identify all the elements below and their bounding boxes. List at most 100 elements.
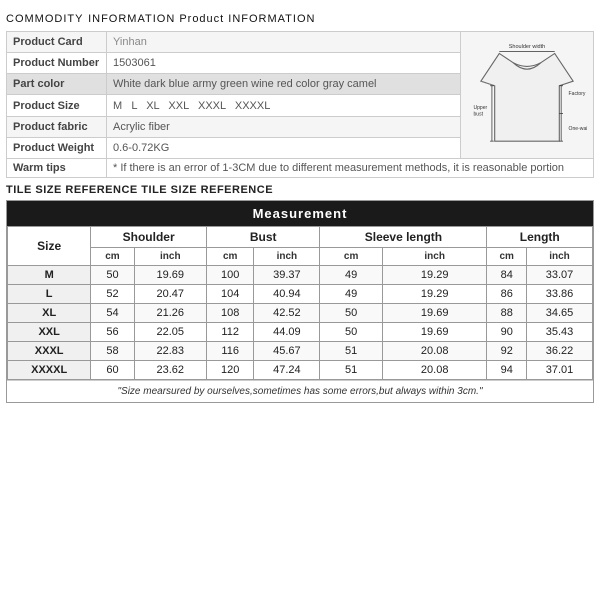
sub-col-row: cm inch cm inch cm inch cm inch [8, 248, 593, 266]
bust-in-header: inch [254, 248, 320, 266]
value-product-weight: 0.6-0.72KG [107, 137, 461, 158]
bust-in: 42.52 [254, 304, 320, 323]
svg-text:One-waist: One-waist [569, 126, 587, 132]
bust-in: 44.09 [254, 323, 320, 342]
sleeve-in: 19.29 [382, 266, 487, 285]
shoulder-cm: 52 [91, 285, 134, 304]
bust-cm: 120 [206, 361, 253, 380]
sleeve-in-header: inch [382, 248, 487, 266]
label-product-card: Product Card [7, 32, 107, 53]
bust-in: 47.24 [254, 361, 320, 380]
shoulder-cm: 60 [91, 361, 134, 380]
sleeve-in: 19.69 [382, 323, 487, 342]
svg-text:bust: bust [473, 111, 483, 117]
size-cell: XXL [8, 323, 91, 342]
table-row: Product Card Yinhan [7, 32, 594, 53]
shoulder-in-header: inch [134, 248, 206, 266]
measurement-table-wrap: Measurement Size Shoulder Bust Sleeve le… [6, 200, 594, 403]
table-row: Warm tips * If there is an error of 1-3C… [7, 159, 594, 178]
value-product-card: Yinhan [107, 32, 461, 53]
shoulder-cm-header: cm [91, 248, 134, 266]
diagram-cell: Shoulder width Factory bust One-waist [461, 32, 594, 159]
shoulder-in: 20.47 [134, 285, 206, 304]
label-product-number: Product Number [7, 53, 107, 74]
shoulder-in: 19.69 [134, 266, 206, 285]
size-cell: XL [8, 304, 91, 323]
label-product-size: Product Size [7, 95, 107, 116]
label-product-fabric: Product fabric [7, 116, 107, 137]
measurement-table: Size Shoulder Bust Sleeve length Length … [7, 226, 593, 380]
tile-ref-header: TILE SIZE REFERENCE TILE SIZE REFERENCE [6, 184, 594, 196]
shoulder-cm: 54 [91, 304, 134, 323]
shoulder-cm: 56 [91, 323, 134, 342]
bust-cm: 116 [206, 342, 253, 361]
length-cm: 86 [487, 285, 526, 304]
value-part-color: White dark blue army green wine red colo… [107, 74, 461, 95]
value-product-fabric: Acrylic fiber [107, 116, 461, 137]
table-row: M 50 19.69 100 39.37 49 19.29 84 33.07 [8, 266, 593, 285]
shoulder-header: Shoulder [91, 227, 207, 248]
sleeve-cm: 50 [320, 323, 383, 342]
page-container: COMMODITY INFORMATION Product INFORMATIO… [0, 0, 600, 413]
commodity-header: COMMODITY INFORMATION Product INFORMATIO… [6, 10, 594, 25]
table-row: XXL 56 22.05 112 44.09 50 19.69 90 35.43 [8, 323, 593, 342]
length-cm-header: cm [487, 248, 526, 266]
shoulder-cm: 58 [91, 342, 134, 361]
length-in: 33.07 [526, 266, 592, 285]
length-in: 37.01 [526, 361, 592, 380]
shoulder-in: 22.05 [134, 323, 206, 342]
svg-text:Shoulder width: Shoulder width [509, 44, 546, 50]
length-header: Length [487, 227, 593, 248]
length-cm: 94 [487, 361, 526, 380]
length-cm: 88 [487, 304, 526, 323]
sleeve-cm: 51 [320, 361, 383, 380]
sleeve-cm-header: cm [320, 248, 383, 266]
product-info-table: Product Card Yinhan [6, 31, 594, 178]
tshirt-diagram: Shoulder width Factory bust One-waist [467, 35, 587, 155]
size-cell: M [8, 266, 91, 285]
length-in: 33.86 [526, 285, 592, 304]
shoulder-in: 23.62 [134, 361, 206, 380]
table-row: XL 54 21.26 108 42.52 50 19.69 88 34.65 [8, 304, 593, 323]
length-cm: 84 [487, 266, 526, 285]
label-warm-tips: Warm tips [7, 159, 107, 178]
length-in: 36.22 [526, 342, 592, 361]
bust-cm: 108 [206, 304, 253, 323]
bust-header: Bust [206, 227, 319, 248]
sleeve-in: 20.08 [382, 361, 487, 380]
col-group-row: Size Shoulder Bust Sleeve length Length [8, 227, 593, 248]
measurement-note: "Size mearsured by ourselves,sometimes h… [7, 380, 593, 402]
svg-text:Factory bust: Factory bust [569, 91, 587, 97]
bust-cm: 112 [206, 323, 253, 342]
size-cell: XXXXL [8, 361, 91, 380]
shoulder-in: 21.26 [134, 304, 206, 323]
value-product-number: 1503061 [107, 53, 461, 74]
table-row: XXXXL 60 23.62 120 47.24 51 20.08 94 37.… [8, 361, 593, 380]
bust-in: 40.94 [254, 285, 320, 304]
length-in: 35.43 [526, 323, 592, 342]
table-row: XXXL 58 22.83 116 45.67 51 20.08 92 36.2… [8, 342, 593, 361]
commodity-title: COMMODITY [6, 13, 83, 25]
bust-in: 45.67 [254, 342, 320, 361]
shoulder-cm: 50 [91, 266, 134, 285]
bust-in: 39.37 [254, 266, 320, 285]
sleeve-in: 19.69 [382, 304, 487, 323]
value-warm-tips: * If there is an error of 1-3CM due to d… [107, 159, 594, 178]
sleeve-cm: 49 [320, 285, 383, 304]
length-cm: 90 [487, 323, 526, 342]
label-part-color: Part color [7, 74, 107, 95]
bust-cm-header: cm [206, 248, 253, 266]
sleeve-in: 20.08 [382, 342, 487, 361]
sleeve-cm: 51 [320, 342, 383, 361]
value-product-size: M L XL XXL XXXL XXXXL [107, 95, 461, 116]
bust-cm: 104 [206, 285, 253, 304]
bust-cm: 100 [206, 266, 253, 285]
sleeve-cm: 49 [320, 266, 383, 285]
size-cell: XXXL [8, 342, 91, 361]
diagram-container: Shoulder width Factory bust One-waist [467, 35, 587, 155]
size-header: Size [8, 227, 91, 266]
length-in-header: inch [526, 248, 592, 266]
length-cm: 92 [487, 342, 526, 361]
svg-text:Upper: Upper [473, 105, 487, 111]
length-in: 34.65 [526, 304, 592, 323]
